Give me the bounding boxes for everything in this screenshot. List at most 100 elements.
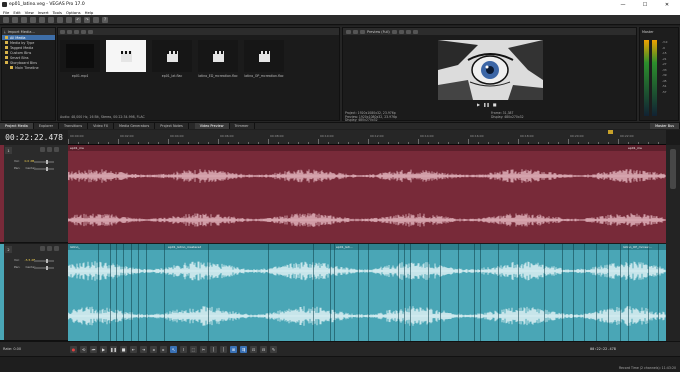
properties-icon[interactable] [39, 16, 45, 23]
clip-boundary[interactable] [440, 244, 441, 341]
clip-boundary[interactable] [498, 244, 499, 341]
marker-icon[interactable]: ✎ [270, 346, 277, 353]
help-icon[interactable]: ? [102, 16, 108, 23]
scrollbar-thumb[interactable] [670, 149, 676, 189]
clip-boundary[interactable] [368, 244, 369, 341]
external-monitor-icon[interactable] [353, 29, 358, 34]
preview-quality[interactable]: Preview (Full) [367, 30, 390, 34]
clip-boundary[interactable] [410, 244, 411, 341]
volume-slider[interactable] [34, 259, 54, 263]
paste-icon[interactable] [66, 16, 72, 23]
snap-icon[interactable]: ⊞ [230, 346, 237, 353]
pan-slider[interactable] [34, 266, 54, 270]
clip-boundary[interactable] [658, 244, 659, 341]
import-media-header[interactable]: ⤓ Import Media... [2, 28, 55, 35]
clip-boundary[interactable] [474, 244, 475, 341]
clip-boundary[interactable] [398, 244, 399, 341]
go-to-end-icon[interactable]: ⇥ [140, 346, 147, 353]
tree-item-main-timeline[interactable]: Main Timeline [2, 65, 55, 70]
menu-view[interactable]: View [25, 10, 34, 15]
menu-tools[interactable]: Tools [53, 10, 62, 15]
clip-boundary[interactable] [518, 244, 519, 341]
pause-icon[interactable]: ❚❚ [483, 102, 490, 107]
media-thumb-audio[interactable]: latino_ED_mcreation.flac [198, 40, 238, 78]
trim-start-icon[interactable]: [ [210, 346, 217, 353]
play-icon[interactable] [74, 29, 79, 34]
volume-slider[interactable] [34, 160, 54, 164]
save-icon[interactable] [21, 16, 27, 23]
grid-icon[interactable] [398, 29, 404, 34]
menu-options[interactable]: Options [66, 10, 81, 15]
pan-slider[interactable] [34, 167, 54, 171]
region-marker[interactable] [608, 130, 613, 134]
normal-edit-tool-icon[interactable]: ↖ [170, 346, 177, 353]
envelope-tool-icon[interactable]: ⌇ [180, 346, 187, 353]
tab-video-preview[interactable]: Video Preview [194, 123, 230, 129]
clip-boundary[interactable] [208, 244, 209, 341]
clip-boundary[interactable] [480, 244, 481, 341]
record-icon[interactable]: ● [70, 346, 77, 353]
lock-envelopes-icon[interactable]: ⊡ [250, 346, 257, 353]
clip-boundary[interactable] [268, 244, 269, 341]
play-icon[interactable]: ▶ [100, 346, 107, 353]
open-folder-icon[interactable] [12, 16, 18, 23]
clip-boundary[interactable] [313, 244, 314, 341]
more-icon[interactable] [54, 147, 59, 152]
clip-boundary[interactable] [146, 244, 147, 341]
close-button[interactable]: ✕ [656, 0, 678, 9]
clip-boundary[interactable] [358, 244, 359, 341]
audio-track-2[interactable]: latino_ ep01_latino_mastered ep01_lati..… [68, 244, 666, 341]
clip-boundary[interactable] [562, 244, 563, 341]
play-icon[interactable]: ▶ [477, 102, 480, 107]
clip-boundary[interactable] [458, 244, 459, 341]
copy-icon[interactable] [57, 16, 63, 23]
clip-boundary[interactable] [110, 244, 111, 341]
settings-icon[interactable] [346, 29, 351, 34]
prev-frame-icon[interactable]: ◂ [150, 346, 157, 353]
clip-boundary[interactable] [98, 244, 99, 341]
menu-edit[interactable]: Edit [13, 10, 20, 15]
solo-icon[interactable] [47, 246, 52, 251]
clip-boundary[interactable] [596, 244, 597, 341]
media-thumb-audio[interactable]: latino_OP_mcreation.flac [244, 40, 284, 78]
selection-tool-icon[interactable]: ⬚ [190, 346, 197, 353]
tab-video-fx[interactable]: Video FX [88, 123, 115, 129]
clip-boundary[interactable] [584, 244, 585, 341]
save-snapshot-icon[interactable] [412, 29, 418, 34]
menu-insert[interactable]: Insert [38, 10, 49, 15]
time-ruler[interactable]: 00:00:00 00:02:00 00:04:00 00:06:00 00:08:00… [68, 130, 666, 145]
stop-icon[interactable]: ■ [493, 102, 497, 107]
minimize-button[interactable]: — [612, 0, 634, 9]
play-from-start-icon[interactable]: ⏮ [90, 346, 97, 353]
pause-icon[interactable]: ❚❚ [110, 346, 117, 353]
tab-master-bus[interactable]: Master Bus [650, 123, 680, 129]
clip-boundary[interactable] [123, 244, 124, 341]
clip-boundary[interactable] [330, 244, 331, 341]
tab-transitions[interactable]: Transitions [59, 123, 89, 129]
more-icon[interactable] [54, 246, 59, 251]
media-thumb-audio[interactable]: ep01_lat.flac [152, 40, 192, 78]
tab-project-media[interactable]: Project Media [0, 123, 34, 129]
overlay-icon[interactable] [391, 29, 397, 34]
track-header-1[interactable]: 1 Vol: 0.0 dB Pan: Center [0, 145, 68, 243]
stop-icon[interactable]: ■ [120, 346, 127, 353]
edit-tool-icon[interactable] [93, 16, 99, 23]
view-icon[interactable] [60, 29, 65, 34]
remove-icon[interactable] [67, 29, 72, 34]
fx-icon[interactable] [360, 29, 365, 34]
copy-snapshot-icon[interactable] [405, 29, 411, 34]
maximize-button[interactable]: ☐ [634, 0, 656, 9]
mute-icon[interactable] [40, 246, 45, 251]
clip-boundary[interactable] [404, 244, 405, 341]
clip-boundary[interactable] [138, 244, 139, 341]
media-thumb-selected[interactable] [106, 40, 146, 78]
render-icon[interactable] [30, 16, 36, 23]
clip-boundary[interactable] [608, 244, 609, 341]
clip-boundary[interactable] [544, 244, 545, 341]
search-icon[interactable] [88, 29, 93, 34]
clip-boundary[interactable] [573, 244, 574, 341]
undo-icon[interactable]: ↶ [75, 16, 81, 23]
audio-track-1[interactable]: ep01_me ep01_me [68, 145, 666, 243]
menu-file[interactable]: File [3, 10, 9, 15]
tab-trimmer[interactable]: Trimmer [230, 123, 255, 129]
